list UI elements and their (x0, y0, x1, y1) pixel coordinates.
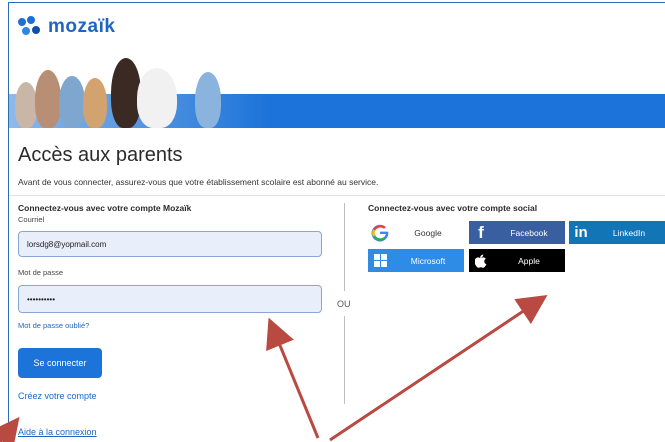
annotation-arrows (0, 295, 548, 442)
arrow-to-help-link (0, 416, 20, 442)
arrow-to-password-field (266, 317, 320, 439)
arrow-to-social-buttons (329, 295, 548, 442)
